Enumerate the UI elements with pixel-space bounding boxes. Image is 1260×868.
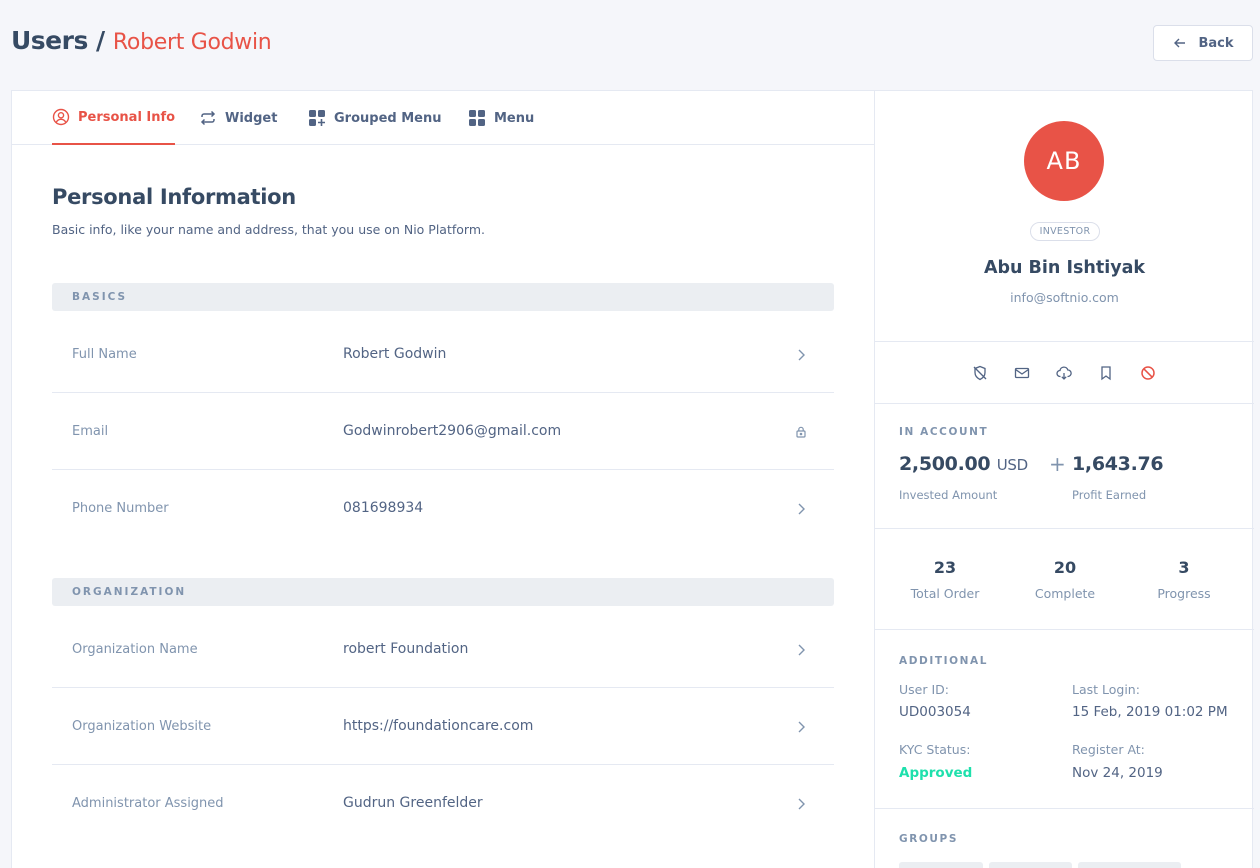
profile-name: Abu Bin Ishtiyak [983, 258, 1146, 278]
user-id-label: User ID: [899, 682, 949, 697]
progress-value: 3 [1178, 558, 1190, 577]
register-at-label: Register At: [1072, 742, 1145, 757]
download-button[interactable] [1054, 363, 1074, 383]
full-name-value: Robert Godwin [343, 346, 447, 362]
full-name-row[interactable]: Full Name Robert Godwin [52, 316, 834, 393]
page-title: Users / Robert Godwin [11, 26, 272, 55]
profit-earned-value: 1,643.76 [1072, 453, 1164, 475]
tab-personal-info-label: Personal Info [78, 109, 176, 125]
organization-website-row[interactable]: Organization Website https://foundationc… [52, 688, 834, 765]
chevron-right-icon [798, 349, 805, 361]
group-tag[interactable] [989, 862, 1072, 868]
block-user-button[interactable] [1138, 363, 1158, 383]
invested-amount-currency: USD [996, 456, 1028, 474]
total-order-label: Total Order [910, 586, 980, 601]
groups-heading: GROUPS [899, 833, 959, 845]
chevron-right-icon [798, 503, 805, 515]
page-title-user: Robert Godwin [112, 30, 272, 55]
administrator-value: Gudrun Greenfelder [343, 795, 483, 811]
email-row: Email Godwinrobert2906@gmail.com [52, 393, 834, 470]
main-panel: Personal Info Widget Grouped Menu Menu P… [12, 91, 874, 868]
organization-name-label: Organization Name [72, 642, 198, 657]
grid-icon [469, 110, 485, 126]
account-heading: IN ACCOUNT [899, 426, 989, 438]
mail-icon [1014, 367, 1030, 379]
progress-label: Progress [1157, 586, 1211, 601]
divider [875, 629, 1254, 630]
chevron-right-icon [798, 721, 805, 733]
back-button[interactable]: Back [1153, 25, 1253, 61]
email-label: Email [72, 424, 109, 439]
invested-amount-value: 2,500.00 [899, 453, 991, 475]
tab-personal-info[interactable]: Personal Info [52, 91, 176, 145]
organization-name-row[interactable]: Organization Name robert Foundation [52, 611, 834, 688]
bookmark-button[interactable] [1096, 363, 1116, 383]
basics-heading: BASICS [52, 283, 834, 311]
tab-widget[interactable]: Widget [199, 91, 277, 145]
arrow-left-icon [1174, 38, 1186, 48]
plus-icon: + [1049, 452, 1066, 476]
full-name-label: Full Name [72, 347, 137, 362]
group-tag[interactable] [1078, 862, 1181, 868]
grid-plus-icon [309, 110, 325, 126]
group-tag[interactable] [899, 862, 983, 868]
user-detail-card: Personal Info Widget Grouped Menu Menu P… [11, 90, 1254, 868]
phone-label: Phone Number [72, 501, 169, 516]
avatar: AB [1024, 121, 1104, 201]
invested-amount: 2,500.00 USD [899, 453, 1028, 475]
email-value: Godwinrobert2906@gmail.com [343, 423, 562, 439]
divider [875, 341, 1254, 342]
kyc-status-value: Approved [899, 765, 973, 781]
user-id-value: UD003054 [899, 704, 971, 720]
profile-email: info@softnio.com [1010, 290, 1119, 305]
back-button-label: Back [1198, 35, 1234, 51]
phone-row[interactable]: Phone Number 081698934 [52, 470, 834, 547]
divider [875, 528, 1254, 529]
block-icon [1141, 366, 1155, 380]
total-order-value: 23 [933, 558, 957, 577]
send-mail-button[interactable] [1012, 363, 1032, 383]
divider [875, 403, 1254, 404]
repeat-icon [200, 110, 216, 126]
organization-website-label: Organization Website [72, 719, 212, 734]
bookmark-icon [1101, 366, 1111, 381]
additional-heading: ADDITIONAL [899, 655, 989, 667]
register-at-value: Nov 24, 2019 [1072, 765, 1163, 781]
divider [875, 808, 1254, 809]
organization-heading: ORGANIZATION [52, 578, 834, 606]
chevron-right-icon [798, 644, 805, 656]
shield-off-icon [973, 365, 987, 381]
profit-earned-label: Profit Earned [1072, 488, 1147, 502]
role-badge: INVESTOR [1030, 222, 1100, 241]
tab-grouped-menu-label: Grouped Menu [334, 110, 442, 126]
organization-website-value: https://foundationcare.com [343, 718, 534, 734]
complete-value: 20 [1053, 558, 1077, 577]
profile-aside: AB INVESTOR Abu Bin Ishtiyak info@softni… [874, 91, 1254, 868]
complete-label: Complete [1034, 586, 1096, 601]
tab-menu[interactable]: Menu [468, 91, 534, 145]
tab-menu-label: Menu [494, 110, 535, 126]
tab-widget-label: Widget [225, 110, 278, 126]
section-description: Basic info, like your name and address, … [52, 222, 485, 237]
invested-amount-label: Invested Amount [899, 488, 998, 502]
administrator-row[interactable]: Administrator Assigned Gudrun Greenfelde… [52, 765, 834, 842]
last-login-label: Last Login: [1072, 682, 1140, 697]
page-title-main: Users / [11, 26, 105, 55]
chevron-right-icon [798, 798, 805, 810]
phone-value: 081698934 [343, 500, 424, 516]
organization-name-value: robert Foundation [343, 641, 469, 657]
last-login-value: 15 Feb, 2019 01:02 PM [1072, 704, 1228, 720]
download-cloud-icon [1056, 366, 1072, 380]
tab-bar: Personal Info Widget Grouped Menu Menu [12, 91, 874, 145]
user-circle-icon [52, 108, 70, 126]
kyc-status-label: KYC Status: [899, 742, 971, 757]
lock-icon [796, 426, 806, 438]
section-title: Personal Information [52, 185, 296, 209]
profile-actions [875, 353, 1254, 393]
tab-grouped-menu[interactable]: Grouped Menu [308, 91, 442, 145]
suspend-button[interactable] [970, 363, 990, 383]
administrator-label: Administrator Assigned [72, 796, 224, 811]
